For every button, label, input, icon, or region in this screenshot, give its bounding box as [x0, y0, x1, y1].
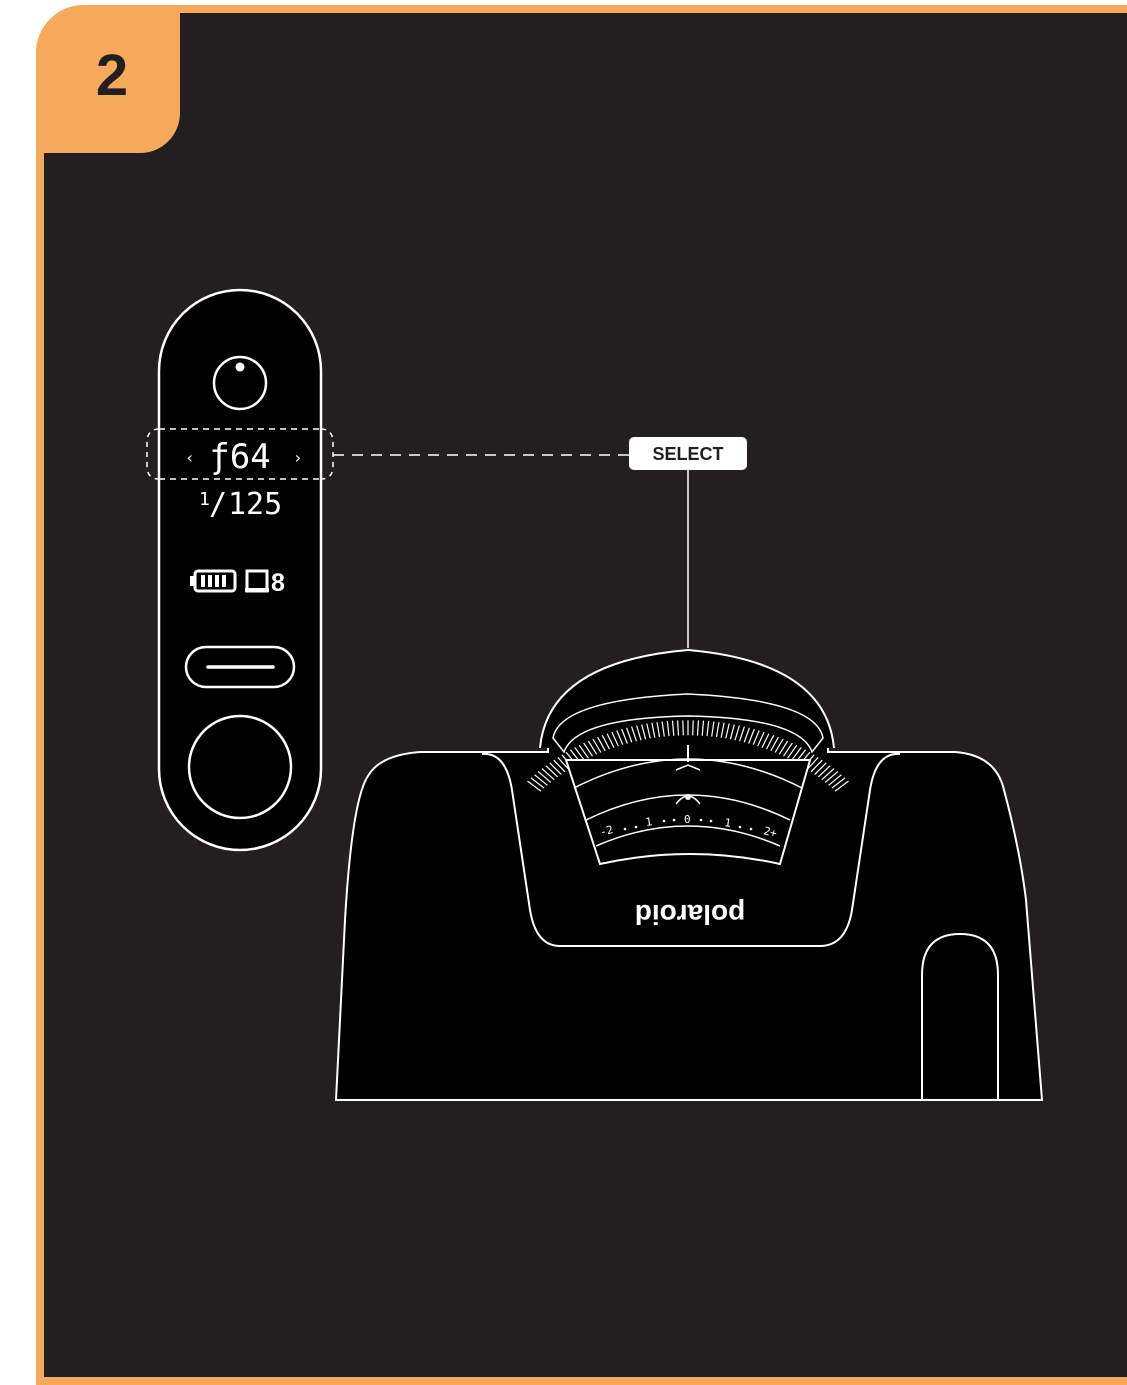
ev-zero: 0 [684, 813, 691, 826]
chevron-left-icon: ‹ [185, 448, 195, 467]
remote-body [157, 288, 323, 852]
chevron-right-icon: › [293, 448, 303, 467]
select-callout: SELECT [333, 437, 747, 648]
remote-control: ‹ › ƒ64 1 / 125 8 [146, 288, 334, 852]
camera: -2 1 0 1 2+ polaroid [334, 648, 1044, 1101]
shutter-slash: / [209, 487, 227, 522]
illustration: ‹ › ƒ64 1 / 125 8 SELECT -2 1 0 1 2+ pol… [146, 288, 1044, 1101]
polaroid-logo: polaroid [635, 899, 745, 930]
select-label: SELECT [652, 444, 723, 464]
aperture-value: ƒ64 [209, 437, 270, 477]
shutter-denominator: 125 [228, 487, 282, 522]
frames-remaining: 8 [271, 569, 285, 597]
